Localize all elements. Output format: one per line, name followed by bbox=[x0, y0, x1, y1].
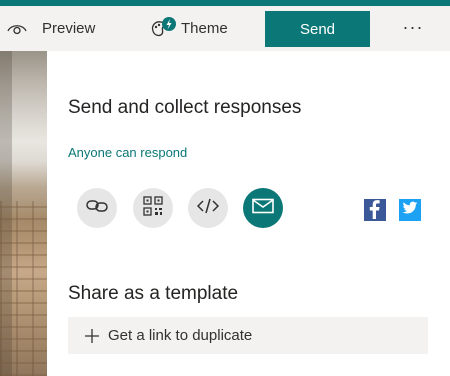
audience-link[interactable]: Anyone can respond bbox=[68, 145, 187, 160]
duplicate-link-label: Get a link to duplicate bbox=[108, 327, 253, 344]
toolbar: Preview Theme Send ··· bbox=[0, 6, 450, 51]
share-facebook-button[interactable] bbox=[364, 199, 386, 221]
eye-icon bbox=[6, 21, 28, 37]
share-link-button[interactable] bbox=[77, 188, 117, 228]
background-photo bbox=[0, 51, 47, 376]
facebook-icon bbox=[364, 197, 386, 224]
preview-button[interactable]: Preview bbox=[6, 6, 95, 51]
get-duplicate-link-button[interactable]: Get a link to duplicate bbox=[68, 317, 428, 354]
send-button[interactable]: Send bbox=[265, 11, 370, 47]
panel-title: Send and collect responses bbox=[68, 97, 302, 118]
twitter-icon bbox=[402, 201, 418, 220]
theme-palette-icon bbox=[150, 16, 178, 42]
share-qr-button[interactable] bbox=[133, 188, 173, 228]
share-email-button[interactable] bbox=[243, 188, 283, 228]
code-embed-icon bbox=[196, 198, 220, 219]
more-options-button[interactable]: ··· bbox=[396, 6, 430, 51]
qr-code-icon bbox=[143, 195, 163, 221]
link-icon bbox=[86, 199, 108, 218]
preview-label: Preview bbox=[42, 20, 96, 37]
email-icon bbox=[252, 198, 274, 219]
send-panel: Send and collect responses Anyone can re… bbox=[47, 51, 450, 376]
share-embed-button[interactable] bbox=[188, 188, 228, 228]
share-twitter-button[interactable] bbox=[399, 199, 421, 221]
brick-wall-texture bbox=[0, 201, 47, 376]
theme-button[interactable]: Theme bbox=[150, 6, 228, 51]
more-options-icon: ··· bbox=[402, 16, 424, 37]
plus-icon bbox=[84, 328, 100, 344]
theme-label: Theme bbox=[181, 20, 228, 37]
template-section-title: Share as a template bbox=[68, 283, 239, 304]
